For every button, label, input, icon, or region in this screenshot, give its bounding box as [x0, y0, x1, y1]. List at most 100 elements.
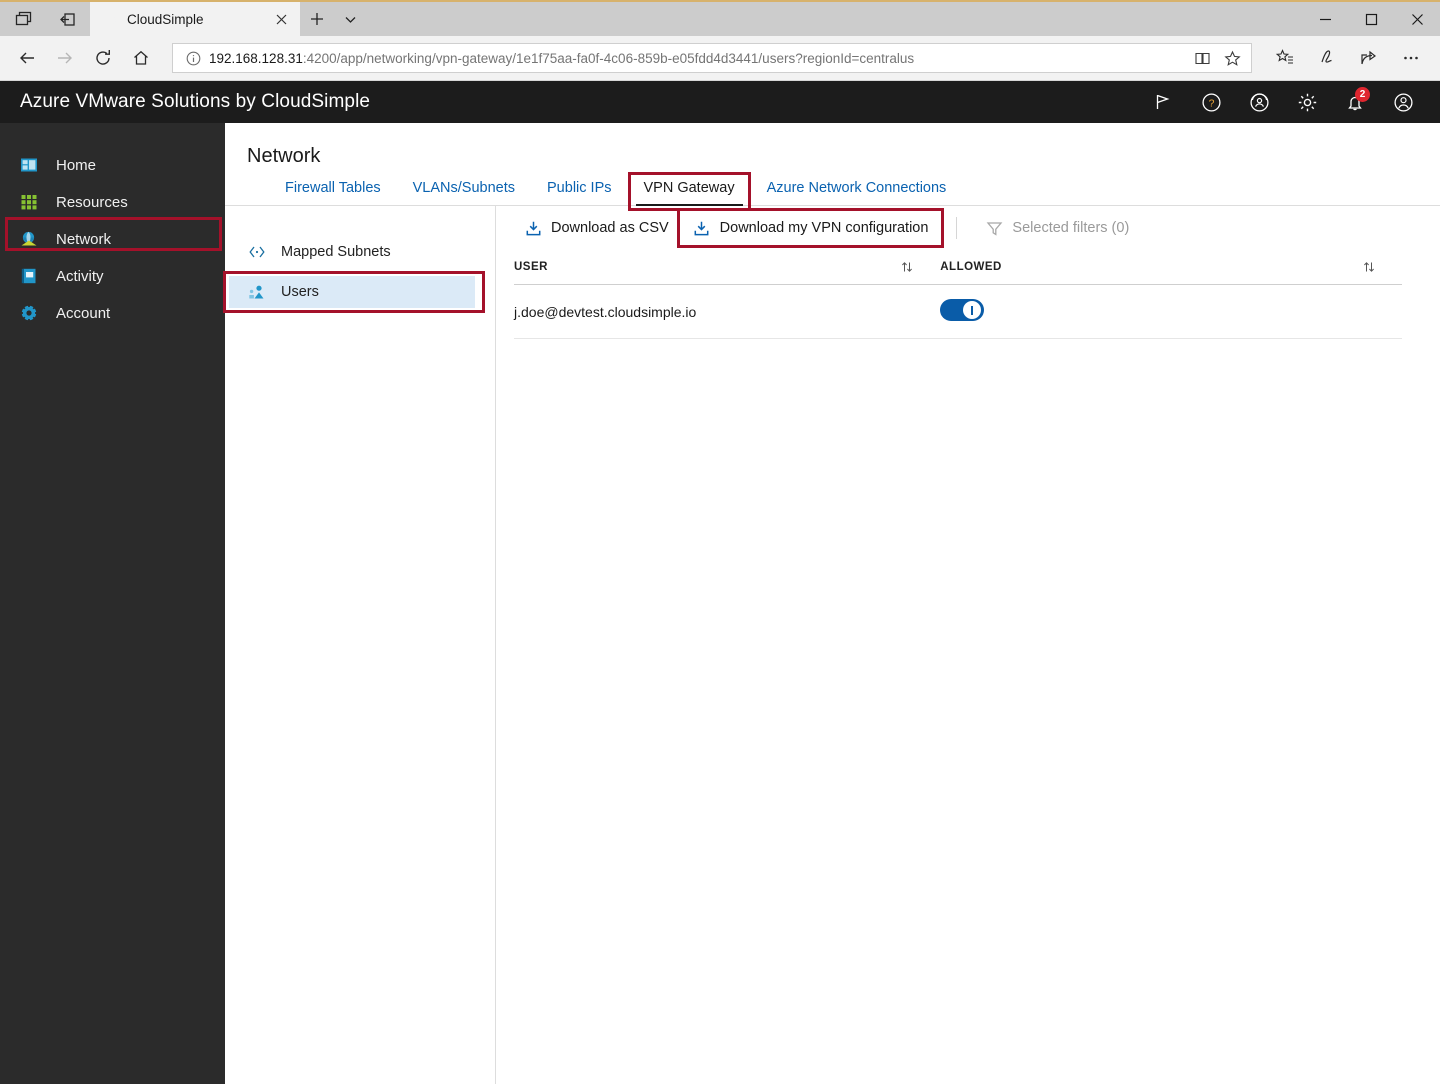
favorite-star-icon[interactable] — [1217, 45, 1247, 71]
sort-toggle-icon[interactable] — [1362, 260, 1402, 274]
window-controls — [1302, 2, 1440, 36]
application-root: Azure VMware Solutions by CloudSimple ? … — [0, 81, 1440, 1084]
download-as-csv-button[interactable]: Download as CSV — [514, 214, 679, 242]
sidebar: Home Resources Network Activity — [0, 123, 225, 1084]
column-header-user-label: USER — [514, 261, 548, 273]
toggle-knob — [963, 301, 981, 319]
notifications-bell-icon[interactable]: 2 — [1338, 85, 1372, 119]
sidebar-item-label: Home — [56, 157, 96, 174]
svg-text:?: ? — [1208, 97, 1214, 109]
chevron-down-icon[interactable] — [334, 2, 366, 36]
users-table-head: USER ALLOWED — [514, 250, 1402, 285]
back-arrow-icon[interactable] — [8, 40, 46, 76]
url-path: :4200/app/networking/vpn-gateway/1e1f75a… — [303, 51, 914, 66]
gear-icon[interactable] — [1290, 85, 1324, 119]
sidebar-item-label: Activity — [56, 268, 104, 285]
cell-allowed — [940, 285, 1402, 339]
vpn-gateway-subnav: Mapped Subnets Users — [225, 206, 496, 1084]
filter-funnel-icon — [985, 219, 1003, 237]
address-bar[interactable]: 192.168.128.31:4200/app/networking/vpn-g… — [172, 43, 1252, 73]
user-account-icon[interactable] — [1386, 85, 1420, 119]
table-header-row: USER ALLOWED — [514, 250, 1402, 285]
selected-filters-button[interactable]: Selected filters (0) — [975, 214, 1139, 242]
download-vpn-configuration-button[interactable]: Download my VPN configuration — [683, 214, 939, 242]
grid-icon — [18, 191, 40, 213]
set-aside-tabs-icon[interactable] — [50, 4, 84, 34]
network-globe-icon — [18, 228, 40, 250]
close-button[interactable] — [1394, 2, 1440, 36]
users-group-icon — [247, 282, 267, 302]
browser-navigation-bar: 192.168.128.31:4200/app/networking/vpn-g… — [0, 36, 1440, 81]
app-header: Azure VMware Solutions by CloudSimple ? … — [0, 81, 1440, 123]
address-bar-text: 192.168.128.31:4200/app/networking/vpn-g… — [209, 51, 1187, 66]
tab-vlans-subnets[interactable]: VLANs/Subnets — [397, 180, 531, 205]
app-header-icons: ? 2 — [1146, 85, 1440, 119]
app-title: Azure VMware Solutions by CloudSimple — [0, 91, 370, 113]
download-icon — [524, 219, 542, 237]
close-tab-icon[interactable] — [270, 8, 292, 30]
share-icon[interactable] — [1348, 40, 1390, 76]
column-header-allowed[interactable]: ALLOWED — [940, 250, 1402, 285]
sidebar-item-account[interactable]: Account — [0, 295, 225, 331]
reading-view-icon[interactable] — [1187, 45, 1217, 71]
help-icon[interactable]: ? — [1194, 85, 1228, 119]
sidebar-item-activity[interactable]: Activity — [0, 258, 225, 294]
browser-tab-title: CloudSimple — [127, 12, 261, 27]
users-table: USER ALLOWED — [514, 250, 1402, 339]
home-icon[interactable] — [122, 40, 160, 76]
tab-label: VPN Gateway — [644, 180, 735, 196]
subnav-item-mapped-subnets[interactable]: Mapped Subnets — [229, 236, 475, 268]
new-tab-button[interactable] — [300, 2, 334, 36]
minimize-button[interactable] — [1302, 2, 1348, 36]
column-header-allowed-label: ALLOWED — [940, 261, 1002, 273]
column-header-user[interactable]: USER — [514, 250, 940, 285]
download-icon — [693, 219, 711, 237]
refresh-icon[interactable] — [84, 40, 122, 76]
tab-public-ips[interactable]: Public IPs — [531, 180, 627, 205]
gear-icon — [18, 302, 40, 324]
allowed-toggle[interactable] — [940, 299, 984, 321]
tab-preview-icon[interactable] — [6, 4, 40, 34]
maximize-button[interactable] — [1348, 2, 1394, 36]
web-notes-icon[interactable] — [1306, 40, 1348, 76]
sort-toggle-icon[interactable] — [900, 260, 940, 274]
tab-vpn-gateway[interactable]: VPN Gateway — [628, 180, 751, 205]
tab-azure-network-connections[interactable]: Azure Network Connections — [751, 180, 963, 205]
download-as-csv-label: Download as CSV — [551, 220, 669, 236]
table-row[interactable]: j.doe@devtest.cloudsimple.io — [514, 285, 1402, 339]
sidebar-item-label: Network — [56, 231, 111, 248]
favorites-hub-icon[interactable] — [1264, 40, 1306, 76]
subnav-item-users[interactable]: Users — [229, 276, 475, 308]
subnav-item-label: Users — [281, 284, 319, 300]
sidebar-item-resources[interactable]: Resources — [0, 184, 225, 220]
site-info-icon[interactable] — [183, 48, 203, 68]
browser-titlebar: CloudSimple — [0, 2, 1440, 36]
users-toolbar: Download as CSV Download my VPN configur… — [514, 206, 1402, 250]
cloudsimple-favicon-icon — [102, 11, 118, 27]
notification-badge: 2 — [1355, 87, 1370, 102]
users-table-body: j.doe@devtest.cloudsimple.io — [514, 285, 1402, 339]
browser-toolbar-right — [1264, 40, 1432, 76]
browser-tab-cloudsimple[interactable]: CloudSimple — [90, 2, 300, 36]
more-settings-icon[interactable] — [1390, 40, 1432, 76]
dashboard-icon — [18, 154, 40, 176]
users-panel: Download as CSV Download my VPN configur… — [496, 206, 1440, 1084]
flag-icon[interactable] — [1146, 85, 1180, 119]
url-host: 192.168.128.31 — [209, 51, 303, 66]
cell-user: j.doe@devtest.cloudsimple.io — [514, 285, 940, 339]
support-headset-icon[interactable] — [1242, 85, 1276, 119]
code-brackets-icon — [247, 242, 267, 262]
main-content: Network Firewall Tables VLANs/Subnets Pu… — [225, 123, 1440, 1084]
toolbar-divider — [956, 217, 957, 239]
page-title: Network — [225, 123, 1440, 169]
notebook-icon — [18, 265, 40, 287]
tab-firewall-tables[interactable]: Firewall Tables — [269, 180, 397, 205]
forward-arrow-icon[interactable] — [46, 40, 84, 76]
app-body: Home Resources Network Activity — [0, 123, 1440, 1084]
sidebar-item-network[interactable]: Network — [0, 221, 225, 257]
sidebar-item-home[interactable]: Home — [0, 147, 225, 183]
download-vpn-configuration-label: Download my VPN configuration — [720, 220, 929, 236]
selected-filters-label: Selected filters (0) — [1012, 220, 1129, 236]
subnav-item-label: Mapped Subnets — [281, 244, 391, 260]
sidebar-item-label: Resources — [56, 194, 128, 211]
